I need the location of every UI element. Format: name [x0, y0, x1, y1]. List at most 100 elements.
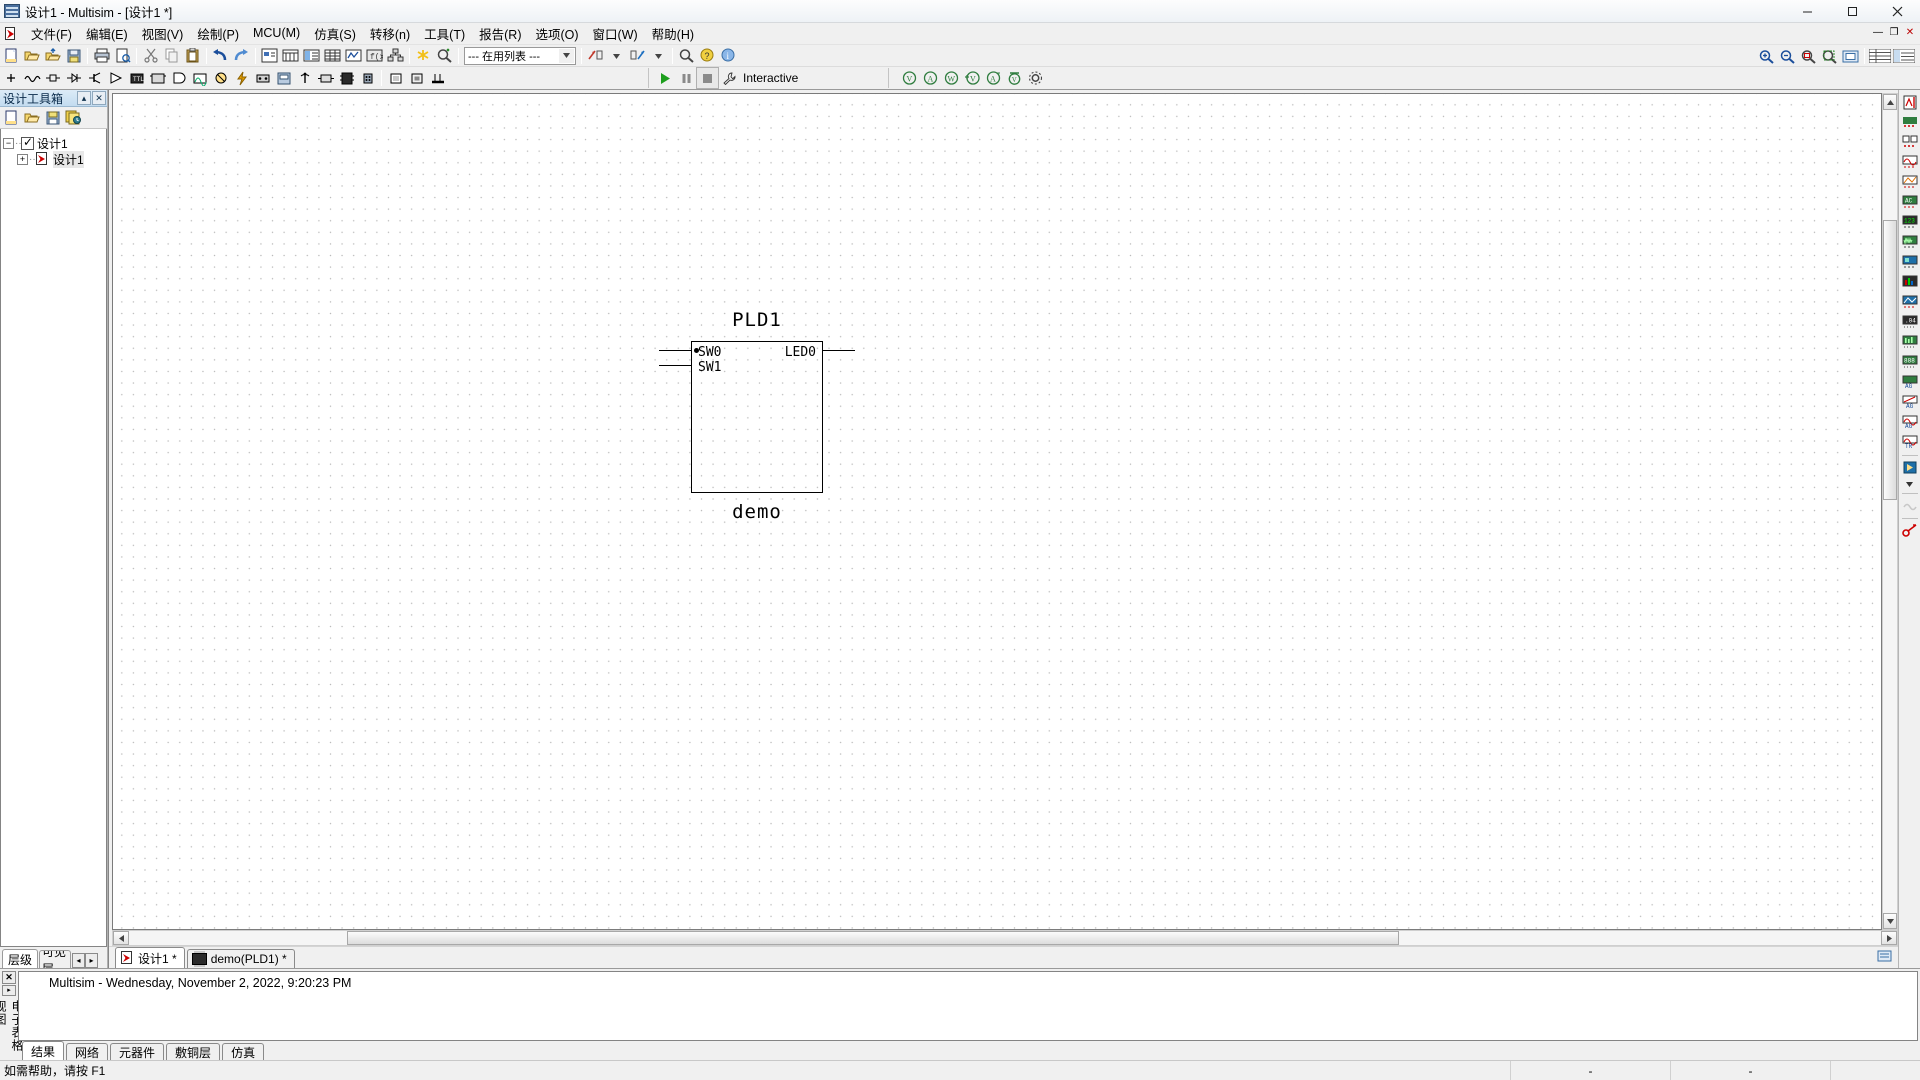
mdi-minimize-button[interactable]: —	[1870, 25, 1886, 40]
print-icon[interactable]	[91, 46, 112, 66]
tab-overflow-button[interactable]	[1877, 949, 1893, 966]
worst-case-icon[interactable]: 888	[1900, 353, 1920, 372]
menu-simulate[interactable]: 仿真(S)	[307, 21, 363, 47]
parameter-sweep-icon[interactable]: 123	[1900, 213, 1920, 232]
spreadsheet-expand-button[interactable]: ▸	[2, 985, 16, 996]
mdi-restore-button[interactable]: ❐	[1886, 25, 1902, 40]
zoom-fit-icon[interactable]	[1798, 46, 1819, 66]
frequency-counter-icon[interactable]: V	[1004, 68, 1025, 88]
vertical-scroll-thumb[interactable]	[1883, 220, 1897, 500]
help-icon[interactable]: ?	[697, 46, 718, 66]
advanced-peripherals-icon[interactable]	[273, 68, 294, 88]
open-sample-icon[interactable]	[42, 46, 63, 66]
scroll-left-button[interactable]	[113, 931, 129, 945]
horizontal-scroll-thumb[interactable]	[347, 931, 1399, 945]
ercheck-icon[interactable]	[413, 46, 434, 66]
mdi-close-button[interactable]: ✕	[1902, 25, 1918, 40]
bus-icon[interactable]	[427, 68, 448, 88]
open-design-icon[interactable]	[21, 108, 42, 128]
dc-operating-point-icon[interactable]	[1900, 113, 1920, 132]
design-toolbox-icon[interactable]	[301, 46, 322, 66]
oscilloscope-icon[interactable]: V	[962, 68, 983, 88]
annotate-dropdown2-icon[interactable]	[648, 46, 669, 66]
new-file-icon[interactable]	[0, 46, 21, 66]
menu-help[interactable]: 帮助(H)	[645, 21, 701, 47]
redo-icon[interactable]	[231, 46, 252, 66]
analysis-dropdown-icon[interactable]	[1900, 478, 1920, 490]
hierarchy-block-icon[interactable]	[406, 68, 427, 88]
fourier-icon[interactable]	[1900, 273, 1920, 292]
menu-transfer[interactable]: 转移(n)	[363, 21, 417, 47]
zoom-in-icon[interactable]	[1756, 46, 1777, 66]
parts-bin-icon[interactable]	[280, 46, 301, 66]
temperature-sweep-icon[interactable]	[1900, 293, 1920, 312]
panel-collapse-button[interactable]: ▴	[77, 91, 91, 105]
menu-place[interactable]: 绘制(P)	[190, 21, 246, 47]
analog-icon[interactable]	[105, 68, 126, 88]
tab-visibility[interactable]: 可见层	[39, 950, 72, 968]
pin-wire-led0[interactable]	[822, 350, 855, 351]
spreadsheet-icon[interactable]	[322, 46, 343, 66]
menu-tools[interactable]: 工具(T)	[417, 21, 472, 47]
misc-digital-icon[interactable]	[168, 68, 189, 88]
open-file-icon[interactable]	[21, 46, 42, 66]
power-icon[interactable]	[231, 68, 252, 88]
annotate-dropdown-icon[interactable]	[606, 46, 627, 66]
monte-carlo-icon[interactable]	[1900, 253, 1920, 272]
probe-settings-icon[interactable]	[1900, 521, 1920, 540]
sheet-tab-copper-layers[interactable]: 敷铜层	[166, 1043, 221, 1060]
tab-scroll-next-button[interactable]: ▸	[85, 953, 99, 968]
ac-sweep-icon[interactable]	[1900, 133, 1920, 152]
pause-simulation-button[interactable]	[676, 68, 697, 88]
cmos-icon[interactable]	[147, 68, 168, 88]
rf-icon[interactable]	[294, 68, 315, 88]
paste-icon[interactable]	[182, 46, 203, 66]
sheet-tab-nets[interactable]: 网络	[66, 1043, 109, 1060]
zoom-out-icon[interactable]	[1777, 46, 1798, 66]
stop-analysis-icon[interactable]	[1900, 496, 1920, 515]
cut-icon[interactable]	[140, 46, 161, 66]
user-defined-icon[interactable]	[1900, 458, 1920, 477]
postprocessor-icon[interactable]: f(x)	[364, 46, 385, 66]
doc-tab-demo-pld1[interactable]: demo(PLD1) *	[186, 949, 295, 968]
menu-view[interactable]: 视图(V)	[135, 21, 191, 47]
chevron-down-icon[interactable]	[559, 48, 574, 63]
tab-hierarchy[interactable]: 层级	[2, 949, 39, 968]
close-button[interactable]	[1875, 0, 1920, 23]
ttl-icon[interactable]: TTL	[126, 68, 147, 88]
sensitivity-icon[interactable]	[1900, 333, 1920, 352]
batched-analysis-icon[interactable]: TR	[1900, 433, 1920, 452]
trace-width-icon[interactable]: AG	[1900, 413, 1920, 432]
spreadsheet-close-button[interactable]: ✕	[2, 971, 16, 984]
maximize-button[interactable]	[1830, 0, 1875, 23]
find-icon[interactable]	[434, 46, 455, 66]
tree-item-design1-root[interactable]: − ··· 设计1	[3, 135, 104, 151]
transistor-icon[interactable]	[84, 68, 105, 88]
show-list-icon[interactable]	[1892, 46, 1916, 66]
hierarchy-icon[interactable]	[385, 46, 406, 66]
show-grid-icon[interactable]	[1868, 46, 1892, 66]
wattmeter-icon[interactable]: W	[941, 68, 962, 88]
electromechanical-icon[interactable]	[315, 68, 336, 88]
zoom-area2-icon[interactable]	[1819, 46, 1840, 66]
design-tree[interactable]: − ··· 设计1 + ··· 设计1	[0, 129, 107, 947]
about-icon[interactable]: i	[718, 46, 739, 66]
basic-icon[interactable]	[42, 68, 63, 88]
pole-zero-icon[interactable]: AG	[1900, 373, 1920, 392]
function-generator-icon[interactable]: A	[920, 68, 941, 88]
pin-wire-sw0[interactable]	[659, 350, 692, 351]
print-preview-icon[interactable]	[112, 46, 133, 66]
multimeter-icon[interactable]: V	[899, 68, 920, 88]
vertical-scroll-track[interactable]	[1883, 110, 1897, 913]
tree-expand-toggle[interactable]: −	[3, 137, 14, 149]
stop-simulation-button[interactable]	[696, 67, 719, 89]
signal-icon[interactable]	[21, 68, 42, 88]
save-design-icon[interactable]	[42, 108, 63, 128]
instrument-settings-icon[interactable]	[1025, 68, 1046, 88]
wrench-icon[interactable]	[718, 68, 739, 88]
save-icon[interactable]	[63, 46, 84, 66]
canvas-horizontal-scrollbar[interactable]	[112, 930, 1898, 946]
source-icon[interactable]	[0, 68, 21, 88]
new-design-icon[interactable]	[0, 108, 21, 128]
single-freq-ac-icon[interactable]: AC	[1900, 193, 1920, 212]
